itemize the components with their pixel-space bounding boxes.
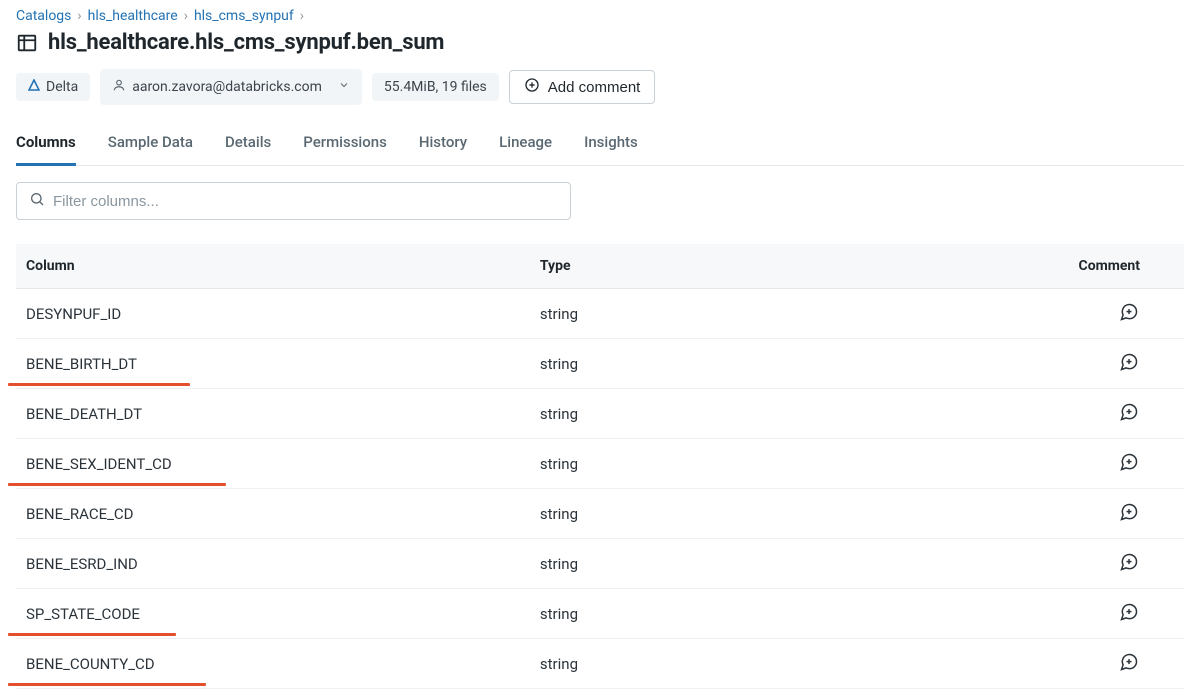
- column-name: SP_STATE_CODE: [26, 605, 140, 623]
- column-type-cell: string: [530, 389, 974, 439]
- add-column-comment-button[interactable]: [1118, 401, 1140, 423]
- tab-lineage[interactable]: Lineage: [499, 127, 552, 166]
- add-comment-icon: [1119, 402, 1139, 422]
- column-name-cell: DESYNPUF_ID: [16, 289, 530, 339]
- column-comment-cell: [974, 389, 1184, 439]
- chevron-down-icon: [338, 79, 350, 91]
- add-comment-icon: [1119, 602, 1139, 622]
- column-name: BENE_RACE_CD: [26, 505, 133, 523]
- add-comment-icon: [1119, 652, 1139, 672]
- tab-sample-data[interactable]: Sample Data: [108, 127, 193, 166]
- column-comment-cell: [974, 439, 1184, 489]
- owner-chip[interactable]: aaron.zavora@databricks.com: [100, 69, 362, 105]
- column-name: BENE_ESRD_IND: [26, 555, 138, 573]
- tab-insights[interactable]: Insights: [584, 127, 638, 166]
- column-name-cell: BENE_ESRD_IND: [16, 539, 530, 589]
- columns-table: Column Type Comment DESYNPUF_IDstringBEN…: [16, 244, 1184, 689]
- column-name: BENE_DEATH_DT: [26, 405, 142, 423]
- column-type-cell: string: [530, 339, 974, 389]
- column-name: BENE_BIRTH_DT: [26, 355, 137, 373]
- column-name-cell: BENE_RACE_CD: [16, 489, 530, 539]
- add-column-comment-button[interactable]: [1118, 651, 1140, 673]
- add-comment-button[interactable]: Add comment: [509, 70, 656, 104]
- breadcrumb: Catalogs › hls_healthcare › hls_cms_synp…: [16, 8, 1184, 24]
- add-comment-icon: [524, 77, 540, 97]
- column-comment-cell: [974, 589, 1184, 639]
- size-chip: 55.4MiB, 19 files: [372, 73, 499, 101]
- chevron-right-icon: ›: [77, 8, 81, 24]
- table-row[interactable]: BENE_SEX_IDENT_CD string: [16, 439, 1184, 489]
- add-column-comment-button[interactable]: [1118, 351, 1140, 373]
- highlight-underline: [8, 683, 206, 686]
- chevron-right-icon: ›: [300, 8, 304, 24]
- column-name: BENE_COUNTY_CD: [26, 655, 155, 673]
- column-type-cell: string: [530, 439, 974, 489]
- tab-history[interactable]: History: [419, 127, 467, 166]
- owner-chip-label: aaron.zavora@databricks.com: [132, 79, 322, 95]
- tab-columns[interactable]: Columns: [16, 127, 76, 166]
- columns-table-header-type[interactable]: Type: [530, 244, 974, 289]
- add-comment-icon: [1119, 552, 1139, 572]
- columns-table-header-column[interactable]: Column: [16, 244, 530, 289]
- column-name: BENE_SEX_IDENT_CD: [26, 455, 172, 473]
- table-row[interactable]: DESYNPUF_ID string: [16, 289, 1184, 339]
- format-chip-label: Delta: [46, 79, 78, 95]
- column-type-cell: string: [530, 289, 974, 339]
- column-name-cell: BENE_DEATH_DT: [16, 389, 530, 439]
- meta-chips-row: Delta aaron.zavora@databricks.com 55.4Mi…: [16, 69, 1184, 105]
- filter-columns-input[interactable]: [53, 193, 558, 210]
- add-column-comment-button[interactable]: [1118, 451, 1140, 473]
- table-icon: [16, 32, 38, 54]
- owner-dropdown-toggle[interactable]: [330, 75, 358, 99]
- column-type-cell: string: [530, 639, 974, 689]
- highlight-underline: [8, 383, 190, 386]
- search-icon: [29, 191, 45, 211]
- add-comment-icon: [1119, 302, 1139, 322]
- column-comment-cell: [974, 539, 1184, 589]
- table-row[interactable]: SP_STATE_CODE string: [16, 589, 1184, 639]
- size-chip-label: 55.4MiB, 19 files: [384, 79, 487, 95]
- breadcrumb-hls-cms-synpuf[interactable]: hls_cms_synpuf: [194, 8, 294, 24]
- column-comment-cell: [974, 639, 1184, 689]
- column-type-cell: string: [530, 589, 974, 639]
- column-comment-cell: [974, 339, 1184, 389]
- column-name: DESYNPUF_ID: [26, 305, 121, 323]
- table-row[interactable]: BENE_DEATH_DT string: [16, 389, 1184, 439]
- chevron-right-icon: ›: [184, 8, 188, 24]
- columns-table-header-comment[interactable]: Comment: [974, 244, 1184, 289]
- person-icon: [112, 78, 126, 96]
- add-column-comment-button[interactable]: [1118, 601, 1140, 623]
- format-chip: Delta: [16, 73, 90, 101]
- add-comment-icon: [1119, 352, 1139, 372]
- add-column-comment-button[interactable]: [1118, 301, 1140, 323]
- column-name-cell: BENE_SEX_IDENT_CD: [16, 439, 530, 489]
- column-type-cell: string: [530, 489, 974, 539]
- column-name-cell: BENE_BIRTH_DT: [16, 339, 530, 389]
- page-title: hls_healthcare.hls_cms_synpuf.ben_sum: [48, 30, 444, 55]
- column-name-cell: SP_STATE_CODE: [16, 589, 530, 639]
- column-name-cell: BENE_COUNTY_CD: [16, 639, 530, 689]
- highlight-underline: [8, 633, 176, 636]
- table-row[interactable]: BENE_COUNTY_CD string: [16, 639, 1184, 689]
- tabs: Columns Sample Data Details Permissions …: [16, 127, 1184, 166]
- table-row[interactable]: BENE_ESRD_IND string: [16, 539, 1184, 589]
- breadcrumb-hls-healthcare[interactable]: hls_healthcare: [88, 8, 178, 24]
- add-comment-button-label: Add comment: [548, 79, 641, 96]
- table-row[interactable]: BENE_RACE_CD string: [16, 489, 1184, 539]
- column-type-cell: string: [530, 539, 974, 589]
- tab-details[interactable]: Details: [225, 127, 271, 166]
- filter-columns-wrap[interactable]: [16, 182, 571, 220]
- column-comment-cell: [974, 289, 1184, 339]
- tab-permissions[interactable]: Permissions: [303, 127, 387, 166]
- column-comment-cell: [974, 489, 1184, 539]
- add-column-comment-button[interactable]: [1118, 501, 1140, 523]
- table-row[interactable]: BENE_BIRTH_DT string: [16, 339, 1184, 389]
- add-column-comment-button[interactable]: [1118, 551, 1140, 573]
- breadcrumb-catalogs[interactable]: Catalogs: [16, 8, 71, 24]
- highlight-underline: [8, 483, 226, 486]
- page-title-row: hls_healthcare.hls_cms_synpuf.ben_sum: [16, 30, 1184, 55]
- delta-icon: [28, 79, 40, 95]
- add-comment-icon: [1119, 452, 1139, 472]
- add-comment-icon: [1119, 502, 1139, 522]
